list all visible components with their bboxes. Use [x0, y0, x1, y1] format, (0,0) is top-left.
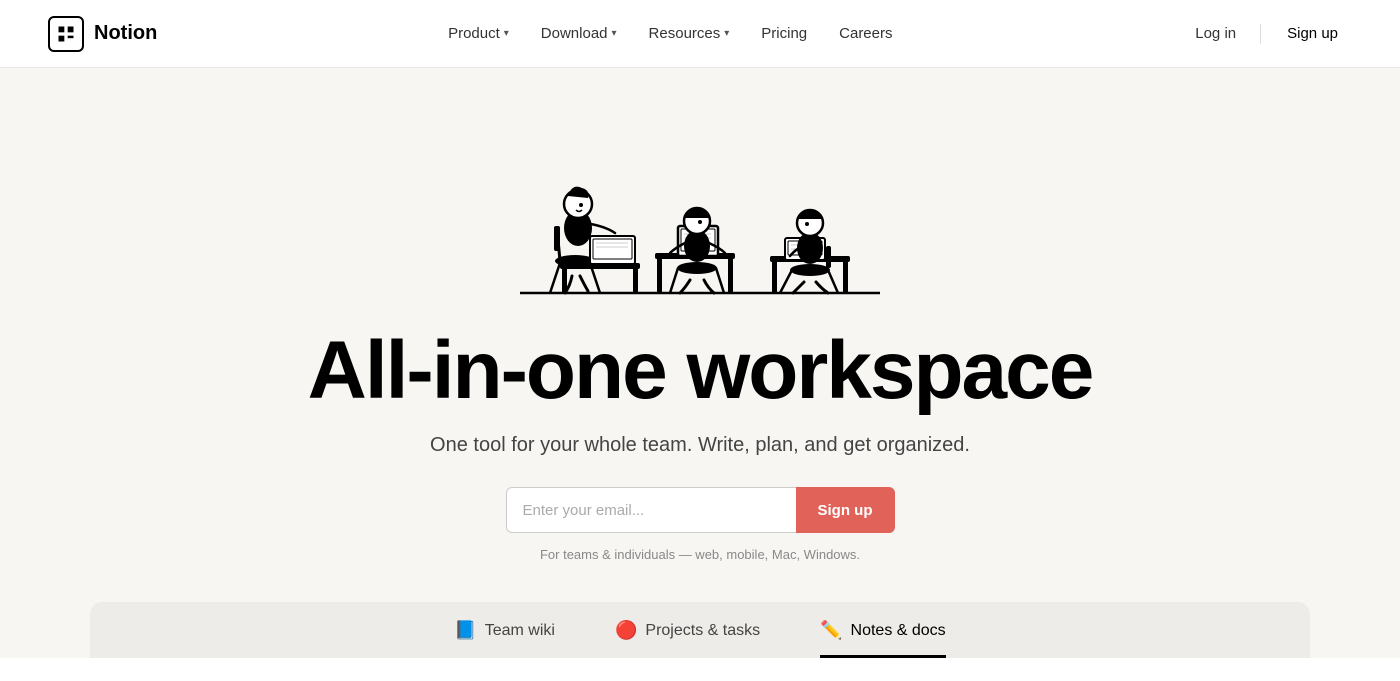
login-link[interactable]: Log in: [1183, 17, 1248, 50]
nav-divider: [1260, 24, 1261, 44]
hero-note: For teams & individuals — web, mobile, M…: [540, 547, 860, 562]
notion-logo-icon: [48, 16, 84, 52]
nav-right: Log in Sign up: [1183, 17, 1352, 50]
signup-link[interactable]: Sign up: [1273, 17, 1352, 50]
nav-item-pricing[interactable]: Pricing: [749, 17, 819, 50]
tab-projects-tasks-label: Projects & tasks: [645, 622, 760, 640]
notes-docs-emoji: ✏️: [820, 620, 842, 641]
tab-team-wiki-label: Team wiki: [485, 622, 555, 640]
nav-label-pricing: Pricing: [761, 25, 807, 42]
navbar: Notion Product ▾ Download ▾ Resources ▾ …: [0, 0, 1400, 68]
email-input[interactable]: [506, 487, 796, 533]
hero-cta: Sign up: [506, 487, 895, 533]
tab-notes-docs[interactable]: ✏️ Notes & docs: [820, 620, 946, 658]
nav-item-download[interactable]: Download ▾: [529, 17, 629, 50]
hero-headline: All-in-one workspace: [308, 328, 1093, 414]
logo[interactable]: Notion: [48, 16, 157, 52]
tabs-strip: 📘 Team wiki 🔴 Projects & tasks ✏️ Notes …: [90, 602, 1310, 658]
nav-label-resources: Resources: [649, 25, 721, 42]
hero-subheadline: One tool for your whole team. Write, pla…: [430, 434, 970, 457]
nav-item-product[interactable]: Product ▾: [436, 17, 521, 50]
tab-notes-docs-label: Notes & docs: [851, 622, 946, 640]
hero-illustration: [460, 108, 940, 308]
signup-button[interactable]: Sign up: [796, 487, 895, 533]
chevron-down-icon: ▾: [612, 28, 617, 39]
hero-section: All-in-one workspace One tool for your w…: [0, 68, 1400, 658]
brand-name: Notion: [94, 22, 157, 45]
chevron-down-icon: ▾: [724, 28, 729, 39]
projects-tasks-emoji: 🔴: [615, 620, 637, 641]
nav-center: Product ▾ Download ▾ Resources ▾ Pricing…: [436, 17, 904, 50]
team-wiki-emoji: 📘: [454, 620, 476, 641]
nav-item-resources[interactable]: Resources ▾: [637, 17, 742, 50]
nav-label-download: Download: [541, 25, 608, 42]
tab-projects-tasks[interactable]: 🔴 Projects & tasks: [615, 620, 760, 658]
nav-item-careers[interactable]: Careers: [827, 17, 904, 50]
nav-label-product: Product: [448, 25, 500, 42]
nav-label-careers: Careers: [839, 25, 892, 42]
chevron-down-icon: ▾: [504, 28, 509, 39]
tab-team-wiki[interactable]: 📘 Team wiki: [454, 620, 555, 658]
